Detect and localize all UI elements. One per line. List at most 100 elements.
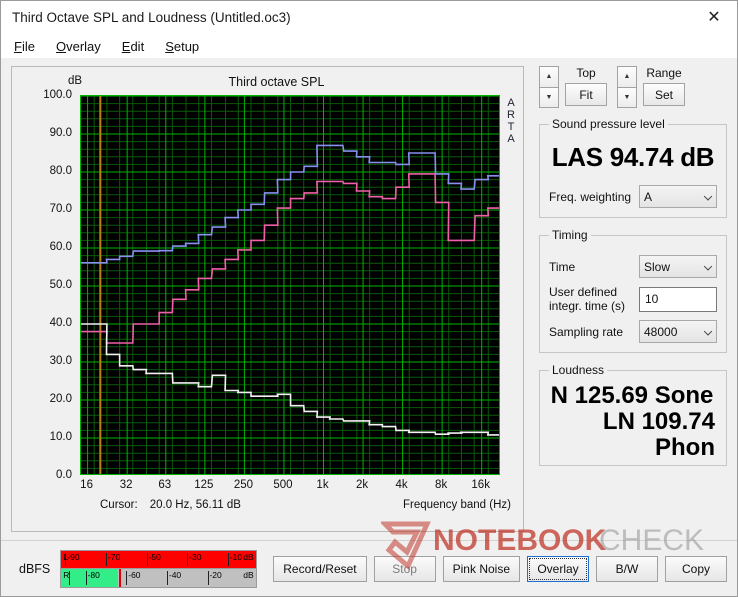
y-axis-tick: 90.0 [49, 127, 72, 139]
y-axis-tick: 50.0 [49, 279, 72, 291]
loudness-ln-readout: LN 109.74 [602, 408, 715, 435]
meter-tick-label: -90 [67, 551, 80, 562]
sound-pressure-level-group: Sound pressure level LAS 94.74 dB Freq. … [539, 117, 727, 218]
menu-bar: FFileile Overlay Edit Setup [1, 34, 737, 58]
set-button[interactable]: Set [643, 83, 685, 106]
cursor-value: 20.0 Hz, 56.11 dB [149, 499, 241, 511]
x-axis-caption: Frequency band (Hz) [402, 499, 511, 511]
b-w-button[interactable]: B/W [596, 555, 658, 582]
level-meter[interactable]: L -90 -70 -50 -30 -10 dB R -80 -60 -40 -20 dB [60, 549, 258, 588]
meter-tick [105, 552, 107, 566]
spl-legend: Sound pressure level [552, 117, 665, 131]
x-axis-tick: 250 [233, 479, 253, 491]
cursor-readout: Cursor: 20.0 Hz, 56.11 dB [100, 499, 241, 511]
meter-tick [85, 571, 87, 585]
action-buttons: Record/Reset Stop Pink Noise Overlay B/W Copy [273, 555, 727, 582]
window-title: Third Octave SPL and Loudness (Untitled.… [12, 10, 291, 25]
pink-noise-button[interactable]: Pink Noise [442, 555, 520, 582]
y-axis-tick: 40.0 [49, 317, 72, 329]
sampling-rate-row: Sampling rate 48000 [549, 320, 717, 343]
time-select[interactable]: Slow [639, 255, 717, 278]
level-meter-right: R -80 -60 -40 -20 dB [61, 569, 256, 587]
top-spinner: ▲ ▼ [539, 66, 559, 108]
control-pane: ▲ ▼ Top Fit ▲ ▼ Range Set Sound pressure… [529, 58, 737, 540]
meter-tick [146, 552, 148, 566]
meter-tick-label: -40 [168, 570, 182, 580]
arta-letter: R [507, 109, 515, 121]
meter-channel-left: L [63, 551, 68, 562]
diffuse-field-row: Diffuse field [549, 465, 717, 466]
y-axis-tick: 10.0 [49, 431, 72, 443]
meter-tick-label: -60 [128, 570, 141, 580]
range-spinner: ▲ ▼ [617, 66, 637, 108]
meter-tick-label: -20 [209, 570, 222, 580]
scale-controls: ▲ ▼ Top Fit ▲ ▼ Range Set [529, 66, 737, 108]
y-axis-tick: 70.0 [49, 203, 72, 215]
arta-letter: A [507, 133, 515, 145]
y-axis-tick: 0.0 [56, 469, 72, 481]
chevron-down-icon [703, 261, 713, 271]
record-reset-button[interactable]: Record/Reset [273, 555, 367, 582]
plot-area[interactable] [80, 95, 500, 475]
top-caption: Top [576, 66, 596, 80]
arta-letter: A [507, 97, 515, 109]
diffuse-field-checkbox[interactable] [701, 465, 717, 466]
meter-tick-label: -70 [107, 551, 121, 562]
main-body: Third octave SPL dB 0.0 10.0 20.0 30.0 40.0 5… [1, 58, 737, 540]
arta-watermark-label: ARTA [504, 97, 518, 145]
y-axis-tick: 80.0 [49, 165, 72, 177]
fit-button[interactable]: Fit [565, 83, 607, 106]
y-axis-tick: 30.0 [49, 355, 72, 367]
y-axis-unit-label: dB [68, 75, 83, 87]
x-axis-tick: 4k [395, 479, 408, 491]
loudness-legend: Loudness [552, 363, 605, 377]
loudness-sone-readout: N 125.69 Sone [550, 382, 714, 409]
menu-item-setup[interactable]: Setup [163, 38, 201, 55]
menu-item-file[interactable]: FFileile [12, 38, 37, 55]
chart-pane: Third octave SPL dB 0.0 10.0 20.0 30.0 40.0 5… [1, 58, 529, 540]
integration-time-input[interactable]: 10 [639, 286, 717, 312]
arrow-down-icon[interactable]: ▼ [539, 87, 559, 108]
chart-frame: Third octave SPL dB 0.0 10.0 20.0 30.0 40.0 5… [11, 66, 524, 532]
freq-weighting-select[interactable]: A [639, 185, 717, 208]
meter-tick-label: -10 [229, 551, 243, 562]
meter-tick [187, 552, 189, 566]
meter-unit-left: dB [243, 551, 254, 562]
x-axis-tick: 500 [273, 479, 293, 491]
y-axis-tick: 60.0 [49, 241, 72, 253]
freq-weighting-row: Freq. weighting A [549, 185, 717, 208]
overlay-button[interactable]: Overlay [527, 555, 589, 582]
x-axis-tick: 2k [355, 479, 369, 491]
menu-item-overlay[interactable]: Overlay [54, 38, 103, 55]
dbfs-label: dBFS [19, 561, 51, 576]
cursor-label: Cursor: [100, 499, 138, 511]
chart-title: Third octave SPL [228, 75, 325, 89]
arrow-down-icon[interactable]: ▼ [617, 87, 637, 108]
arrow-up-icon[interactable]: ▲ [617, 66, 637, 88]
loudness-phon-unit: Phon [655, 434, 715, 461]
timing-group: Timing Time Slow User defined integr. ti… [539, 228, 727, 353]
x-axis-tick: 63 [158, 479, 172, 491]
x-axis-tick: 16k [471, 479, 490, 491]
arta-letter: T [507, 121, 515, 133]
top-control-group: ▲ ▼ Top Fit [539, 66, 607, 108]
meter-tick-label: -80 [87, 570, 100, 580]
sampling-rate-select[interactable]: 48000 [639, 320, 717, 343]
meter-unit-right: dB [243, 570, 254, 580]
spl-readout: LAS 94.74 dB [551, 142, 715, 172]
sampling-rate-label: Sampling rate [549, 324, 624, 339]
meter-peak-indicator [118, 569, 121, 587]
integration-time-label: User defined integr. time (s) [549, 285, 626, 313]
close-icon[interactable]: ✕ [691, 1, 737, 33]
x-axis-tick: 16 [80, 479, 93, 491]
time-value: Slow [644, 259, 671, 274]
stop-button[interactable]: Stop [373, 555, 436, 582]
x-axis-tick: 8k [435, 479, 448, 491]
menu-item-edit[interactable]: Edit [120, 38, 146, 55]
meter-tick [126, 571, 128, 585]
bottom-toolbar: dBFS L -90 -70 -50 -30 -10 dB R -80 -60 -40 -20 dB … [1, 521, 737, 596]
arrow-up-icon[interactable]: ▲ [539, 66, 559, 88]
meter-channel-right: R [63, 570, 70, 580]
sampling-rate-value: 48000 [644, 324, 678, 339]
copy-button[interactable]: Copy [665, 555, 727, 582]
